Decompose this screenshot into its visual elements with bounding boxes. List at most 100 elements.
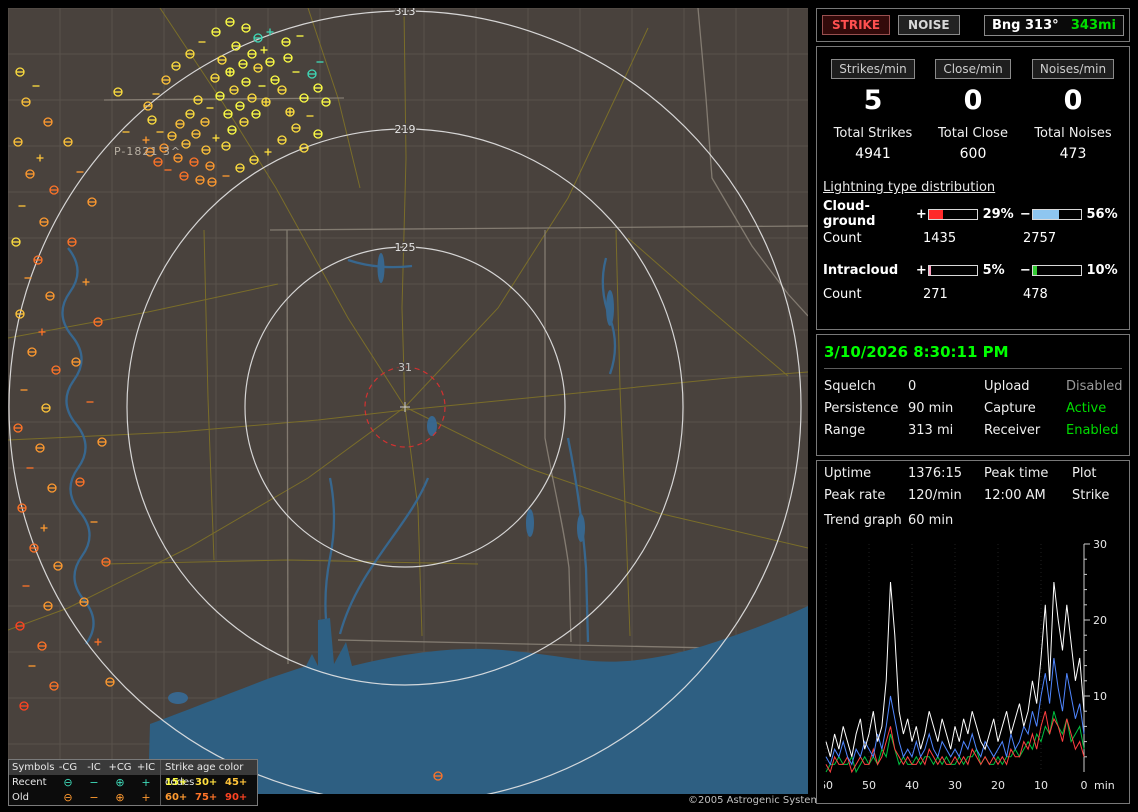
total-close-label: Total Close <box>938 126 1008 141</box>
recent-ic-pos-icon: + <box>141 776 151 789</box>
squelch-label: Squelch <box>824 379 876 394</box>
trend-graph-canvas: 10 20 30 60 50 40 30 20 10 0 min <box>819 538 1115 792</box>
noises-per-min-button[interactable]: Noises/min <box>1031 59 1115 79</box>
total-close-value: 600 <box>959 146 987 162</box>
old-ic-pos-icon: + <box>141 791 151 804</box>
range-label: Range <box>824 423 866 438</box>
svg-text:60: 60 <box>824 779 833 792</box>
old-cg-neg-icon: ⊖ <box>63 791 73 804</box>
peak-time-value: 12:00 AM <box>984 488 1046 503</box>
cg-plus-count: 1435 <box>923 230 957 246</box>
plot-label: Plot <box>1072 466 1097 481</box>
ic-minus-percent: 10% <box>1086 262 1118 278</box>
trend-graph: 10 20 30 60 50 40 30 20 10 0 min <box>819 536 1122 798</box>
cg-plus-percent: 29% <box>982 206 1014 222</box>
peak-rate-label: Peak rate <box>824 488 886 503</box>
range-value: 313 mi <box>908 423 954 438</box>
intracloud-row: Intracloud + 5% − 10% <box>823 259 1123 281</box>
cloud-ground-label: Cloud-ground <box>823 199 876 229</box>
legend-col-ic-pos: +IC <box>136 762 156 773</box>
uptime-value: 1376:15 <box>908 466 963 481</box>
legend-col-cg-pos: +CG <box>108 762 132 773</box>
total-noises-value: 473 <box>1059 146 1087 162</box>
old-cg-pos-icon: ⊕ <box>115 791 125 804</box>
cg-minus-bar <box>1031 208 1082 220</box>
noise-mode-button[interactable]: NOISE <box>898 15 960 35</box>
legend-age-block: Strike age color codes 15+ 30+ 45+ 60+ 7… <box>161 760 257 805</box>
legend-symbols-block: Symbols -CG -IC +CG +IC Recent ⊖ − ⊕ + O… <box>9 760 161 805</box>
cloud-ground-row: Cloud-ground + 29% − 56% <box>823 199 1123 229</box>
station-label: P-1821 3^ <box>114 145 182 158</box>
svg-text:50: 50 <box>862 779 876 792</box>
mode-panel: STRIKE NOISE Bng 313° 343mi <box>816 8 1130 42</box>
bearing-distance: 343mi <box>1070 17 1116 33</box>
app-window: 313 219 125 31 P-1821 3^ Symbols -CG -IC +C… <box>0 0 1138 812</box>
strike-map[interactable]: 313 219 125 31 P-1821 3^ <box>7 4 809 804</box>
sidebar: STRIKE NOISE Bng 313° 343mi Strikes/min … <box>816 0 1132 812</box>
noises-rate-column: Noises/min 0 Total Noises 473 <box>1023 59 1123 162</box>
trend-panel: Uptime 1376:15 Peak time Plot Peak rate … <box>816 460 1130 804</box>
map-legend: Symbols -CG -IC +CG +IC Recent ⊖ − ⊕ + O… <box>8 759 258 806</box>
copyright-text: ©2005 Astrogenic Systems <box>688 795 826 806</box>
bearing-label: Bng 313° <box>992 17 1059 33</box>
intracloud-count-row: Count 271 478 <box>823 281 1123 307</box>
ic-plus-percent: 5% <box>982 262 1005 278</box>
intracloud-label: Intracloud <box>823 262 899 278</box>
svg-text:31: 31 <box>398 361 412 374</box>
legend-symbols-header: Symbols <box>12 762 55 773</box>
peak-rate-value: 120/min <box>908 488 962 503</box>
age-75: 75+ <box>195 792 218 803</box>
svg-text:20: 20 <box>991 779 1005 792</box>
legend-col-cg-neg: -CG <box>58 762 78 773</box>
uptime-label: Uptime <box>824 466 872 481</box>
recent-cg-neg-icon: ⊖ <box>63 776 73 789</box>
trend-graph-window: 60 min <box>908 513 954 528</box>
trend-graph-label: Trend graph <box>824 513 902 528</box>
cg-minus-percent: 56% <box>1086 206 1118 222</box>
plus-sign: + <box>915 262 927 278</box>
age-60: 60+ <box>165 792 188 803</box>
svg-text:30: 30 <box>948 779 962 792</box>
close-per-min-value: 0 <box>963 85 983 116</box>
svg-text:125: 125 <box>395 241 416 254</box>
close-rate-column: Close/min 0 Total Close 600 <box>923 59 1023 162</box>
minus-sign: − <box>1019 262 1031 278</box>
cg-plus-bar <box>927 208 978 220</box>
receiver-label: Receiver <box>984 423 1041 438</box>
legend-age-header: Strike age color codes <box>161 760 257 788</box>
age-90: 90+ <box>225 792 248 803</box>
distribution-title: Lightning type distribution <box>823 180 996 195</box>
ic-count-label: Count <box>823 286 862 302</box>
ic-plus-count: 271 <box>923 286 948 302</box>
strikes-per-min-value: 5 <box>863 85 883 116</box>
svg-text:219: 219 <box>395 123 416 136</box>
upload-value: Disabled <box>1066 379 1123 394</box>
cg-minus-count: 2757 <box>1023 230 1057 246</box>
cg-count-label: Count <box>823 230 862 246</box>
svg-text:0: 0 <box>1081 779 1088 792</box>
capture-value: Active <box>1066 401 1107 416</box>
minus-sign: − <box>1019 206 1031 222</box>
upload-label: Upload <box>984 379 1030 394</box>
recent-cg-pos-icon: ⊕ <box>115 776 125 789</box>
strikes-per-min-button[interactable]: Strikes/min <box>831 59 915 79</box>
age-15: 15+ <box>165 777 188 788</box>
legend-col-ic-neg: -IC <box>87 762 101 773</box>
capture-label: Capture <box>984 401 1036 416</box>
close-per-min-button[interactable]: Close/min <box>935 59 1011 79</box>
svg-text:20: 20 <box>1093 614 1107 627</box>
map-canvas[interactable]: 313 219 125 31 <box>7 4 809 804</box>
plus-sign: + <box>915 206 927 222</box>
old-ic-neg-icon: − <box>89 791 99 804</box>
ic-minus-count: 478 <box>1023 286 1048 302</box>
recent-ic-neg-icon: − <box>89 776 99 789</box>
svg-text:30: 30 <box>1093 538 1107 551</box>
rates-panel: Strikes/min 5 Total Strikes 4941 Close/m… <box>816 46 1130 330</box>
svg-text:10: 10 <box>1093 690 1107 703</box>
legend-recent-label: Recent <box>12 777 47 788</box>
strike-mode-button[interactable]: STRIKE <box>822 15 891 35</box>
noises-per-min-value: 0 <box>1063 85 1083 116</box>
receiver-value: Enabled <box>1066 423 1119 438</box>
svg-text:313: 313 <box>395 8 416 18</box>
ic-minus-bar <box>1031 264 1082 276</box>
